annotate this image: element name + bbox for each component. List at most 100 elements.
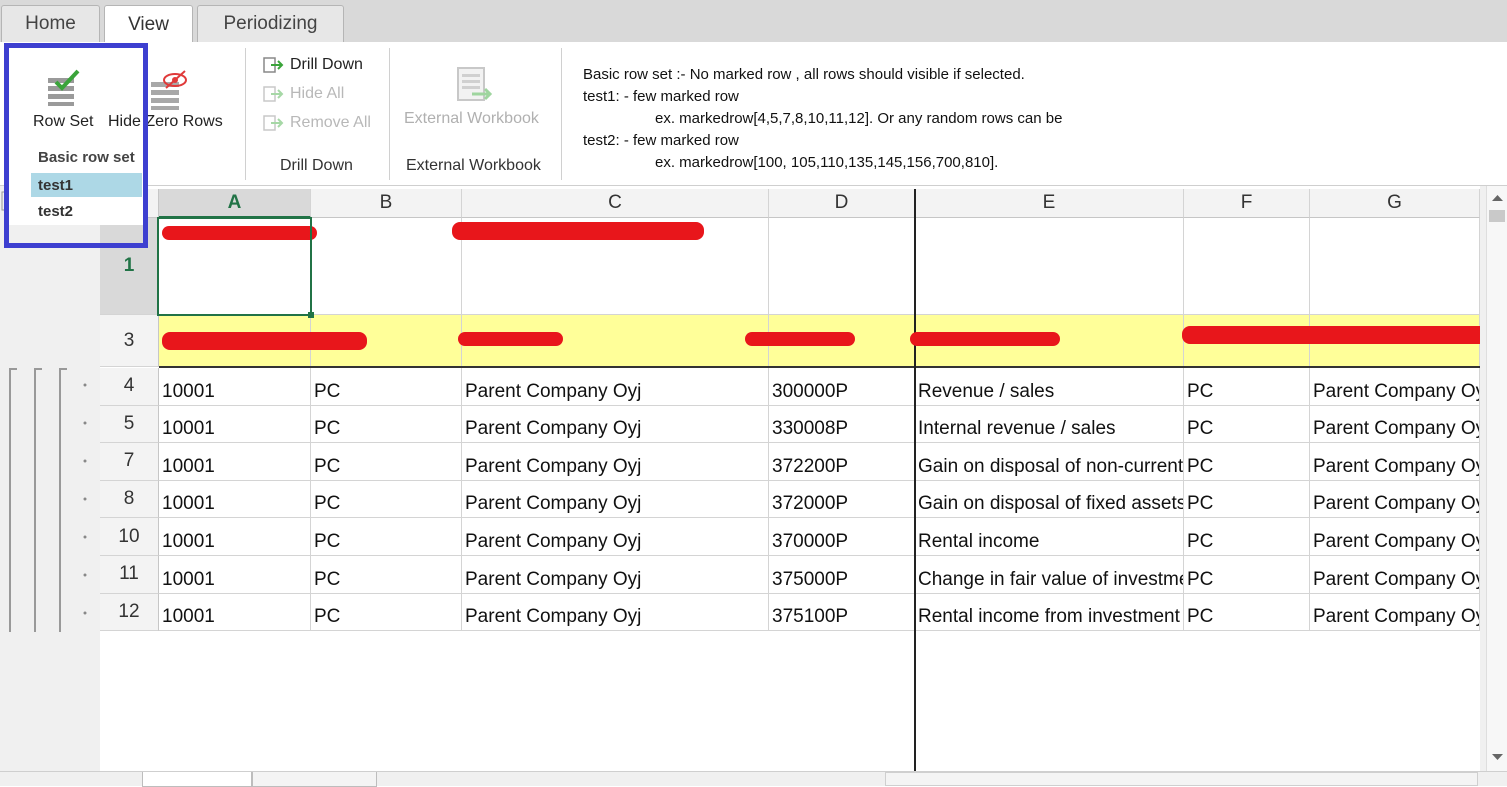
remove-all-button[interactable]: Remove All <box>263 114 371 132</box>
table-cell[interactable]: Parent Company Oyj <box>462 368 769 406</box>
redaction-mark <box>745 332 855 346</box>
table-cell[interactable]: Parent Company Oyj <box>1310 480 1480 519</box>
table-cell[interactable]: 10001 <box>159 368 311 406</box>
table-cell[interactable]: PC <box>311 556 462 594</box>
redaction-mark <box>452 222 704 240</box>
group-divider <box>389 48 390 180</box>
freeze-pane-divider <box>914 189 916 771</box>
table-cell[interactable]: Parent Company Oyj <box>1310 368 1480 406</box>
row-header-3[interactable]: 3 <box>100 315 159 367</box>
drill-down-label: Drill Down <box>290 56 363 73</box>
column-header-f[interactable]: F <box>1184 189 1310 218</box>
fill-handle[interactable] <box>308 312 314 318</box>
description-line: ex. markedrow[4,5,7,8,10,11,12]. Or any … <box>655 110 1063 127</box>
table-cell[interactable]: Revenue / sales <box>915 368 1184 406</box>
header-cell[interactable] <box>1184 218 1310 315</box>
table-cell[interactable]: Parent Company Oyj <box>462 593 769 632</box>
table-cell[interactable]: Parent Company Oyj <box>462 518 769 556</box>
column-header-g[interactable]: G <box>1310 189 1480 218</box>
table-cell[interactable]: PC <box>311 443 462 481</box>
table-cell[interactable]: 10001 <box>159 480 311 519</box>
table-cell[interactable]: 375100P <box>769 593 915 632</box>
tab-periodizing[interactable]: Periodizing <box>197 5 344 42</box>
row-header-8[interactable]: 8 <box>100 480 159 519</box>
table-cell[interactable]: Parent Company Oyj <box>462 556 769 594</box>
header-cell[interactable] <box>769 218 915 315</box>
table-cell[interactable]: Rental income <box>915 518 1184 556</box>
column-header-b[interactable]: B <box>311 189 462 218</box>
horizontal-scrollbar[interactable] <box>885 772 1478 786</box>
table-cell[interactable]: 372200P <box>769 443 915 481</box>
table-cell[interactable]: 372000P <box>769 480 915 519</box>
scroll-thumb[interactable] <box>1489 210 1505 222</box>
table-cell[interactable]: 10001 <box>159 443 311 481</box>
table-cell[interactable]: PC <box>311 405 462 444</box>
table-cell[interactable]: Parent Company Oyj <box>1310 593 1480 632</box>
table-cell[interactable]: Parent Company Oyj <box>462 480 769 519</box>
drill-down-button[interactable]: Drill Down <box>263 56 363 74</box>
table-cell[interactable]: PC <box>311 593 462 632</box>
table-cell[interactable]: Change in fair value of investment prope… <box>915 556 1184 594</box>
tab-view[interactable]: View <box>104 5 193 43</box>
redaction-mark <box>1182 326 1480 344</box>
table-cell[interactable]: PC <box>1184 405 1310 444</box>
row-header-11[interactable]: 11 <box>100 556 159 594</box>
table-cell[interactable]: 370000P <box>769 518 915 556</box>
table-cell[interactable]: Parent Company Oyj <box>1310 405 1480 444</box>
external-workbook-button[interactable]: External Workbook <box>402 64 550 132</box>
table-cell[interactable]: 375000P <box>769 556 915 594</box>
row-header-10[interactable]: 10 <box>100 518 159 556</box>
table-cell[interactable]: PC <box>311 368 462 406</box>
header-cell[interactable] <box>1310 218 1480 315</box>
table-cell[interactable]: Parent Company Oyj <box>462 443 769 481</box>
table-cell[interactable]: Parent Company Oyj <box>462 405 769 444</box>
external-workbook-label: External Workbook <box>404 110 539 127</box>
table-cell[interactable]: Rental income from investment property <box>915 593 1184 632</box>
hide-all-button[interactable]: Hide All <box>263 85 344 103</box>
table-cell[interactable]: 10001 <box>159 518 311 556</box>
scroll-up-icon <box>1492 195 1503 201</box>
table-cell[interactable]: Gain on disposal of non-current assets <box>915 443 1184 481</box>
table-cell[interactable]: PC <box>1184 518 1310 556</box>
table-cell[interactable]: Internal revenue / sales <box>915 405 1184 444</box>
header-cell[interactable] <box>311 218 462 315</box>
table-cell[interactable]: PC <box>1184 480 1310 519</box>
tab-home[interactable]: Home <box>1 5 100 42</box>
table-cell[interactable]: Parent Company Oyj <box>1310 518 1480 556</box>
row-header-5[interactable]: 5 <box>100 405 159 444</box>
hide-all-icon <box>263 86 284 102</box>
hide-eye-icon <box>151 70 187 110</box>
row-header-7[interactable]: 7 <box>100 443 159 481</box>
outline-brackets-icon <box>1 191 87 632</box>
table-cell[interactable]: 300000P <box>769 368 915 406</box>
table-cell[interactable]: PC <box>1184 368 1310 406</box>
row-set-option-test1[interactable]: test1 <box>31 173 142 197</box>
row-set-option-test2[interactable]: test2 <box>31 199 142 223</box>
column-header-c[interactable]: C <box>462 189 769 218</box>
column-header-d[interactable]: D <box>769 189 915 218</box>
column-header-e[interactable]: E <box>915 189 1184 218</box>
table-cell[interactable]: 10001 <box>159 405 311 444</box>
table-cell[interactable]: PC <box>1184 443 1310 481</box>
drill-down-icon <box>263 57 284 73</box>
table-cell[interactable]: PC <box>311 518 462 556</box>
table-cell[interactable]: 10001 <box>159 556 311 594</box>
table-cell[interactable]: 330008P <box>769 405 915 444</box>
table-cell[interactable]: Parent Company Oyj <box>1310 443 1480 481</box>
redaction-mark <box>458 332 563 346</box>
table-cell[interactable]: PC <box>1184 593 1310 632</box>
row-outline-gutter <box>0 186 101 785</box>
header-cell[interactable] <box>915 218 1184 315</box>
row-header-12[interactable]: 12 <box>100 593 159 632</box>
column-header-a[interactable]: A <box>159 189 311 218</box>
redaction-mark <box>162 332 367 350</box>
table-cell[interactable]: PC <box>311 480 462 519</box>
table-cell[interactable]: PC <box>1184 556 1310 594</box>
table-cell[interactable]: Parent Company Oyj <box>1310 556 1480 594</box>
redaction-mark <box>910 332 1060 346</box>
row-header-4[interactable]: 4 <box>100 368 159 406</box>
table-cell[interactable]: Gain on disposal of fixed assets <box>915 480 1184 519</box>
vertical-scrollbar[interactable] <box>1486 186 1507 771</box>
table-cell[interactable]: 10001 <box>159 593 311 632</box>
group-divider <box>245 48 246 180</box>
